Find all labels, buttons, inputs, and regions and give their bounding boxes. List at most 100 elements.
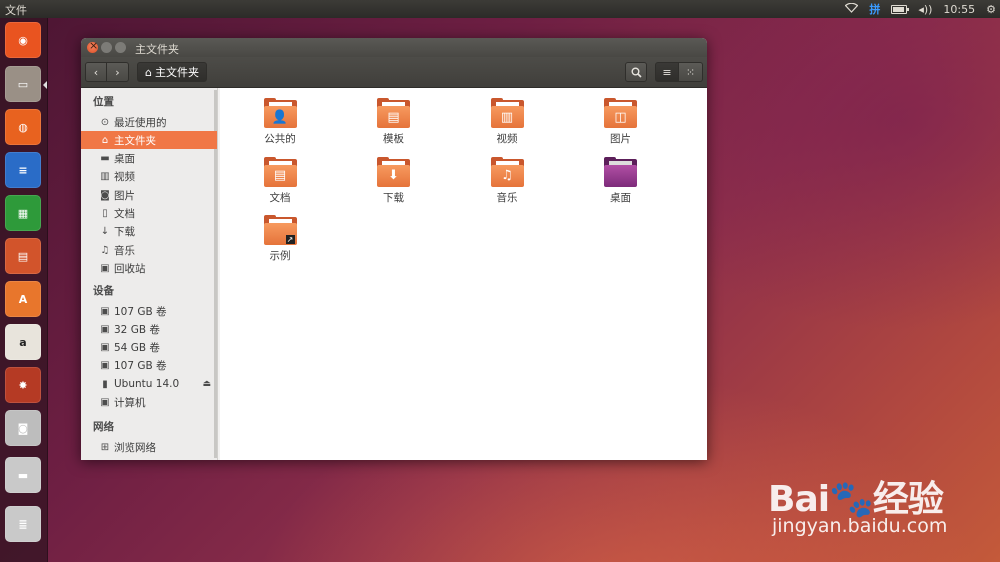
folder-icon: ◫ — [604, 98, 637, 128]
folder-item-videos[interactable]: ▥ 视频 — [457, 98, 557, 146]
eject-icon[interactable]: ⏏ — [202, 379, 211, 389]
pictures-icon: ◙ — [100, 189, 110, 201]
launcher-shotwell[interactable]: ◙ — [5, 410, 41, 446]
sidebar-item-label: 视频 — [114, 171, 135, 184]
sidebar-item-volume-107-1[interactable]: ▣ 107 GB 卷 — [81, 302, 217, 320]
grid-view-button[interactable]: ⁙ — [679, 62, 703, 82]
launcher: ◉ ▭ ◍ ≡ ▦ ▤ Aa ✸ ◙ ▬ ≣ — [0, 18, 48, 562]
folder-icon — [604, 156, 637, 187]
sidebar-section-title: 位置 — [93, 96, 114, 108]
app-title: 文件 — [5, 4, 27, 17]
chevron-right-icon: › — [115, 65, 120, 79]
folder-item-public[interactable]: 👤 公共的 — [230, 98, 330, 146]
launcher-software-center[interactable]: A — [5, 281, 41, 317]
back-button[interactable]: ‹ — [85, 62, 107, 82]
sidebar-item-volume-32[interactable]: ▣ 32 GB 卷 — [81, 320, 217, 338]
wifi-icon[interactable] — [844, 2, 859, 16]
folder-item-downloads[interactable]: ⬇ 下载 — [344, 156, 444, 205]
ime-icon[interactable]: 拼 — [869, 1, 880, 17]
window-title: 主文件夹 — [135, 43, 179, 56]
sidebar-item-ubuntu-drive[interactable]: ▮ Ubuntu 14.0 ⏏ — [81, 375, 217, 393]
sidebar-item-pictures[interactable]: ◙ 图片 — [81, 186, 217, 204]
folder-icon: 👤 — [263, 98, 297, 128]
templates-emblem-icon: ▤ — [387, 109, 400, 125]
ubuntu-drive-icon: ▮ — [102, 378, 108, 390]
sidebar-item-label: 107 GB 卷 — [114, 305, 167, 318]
folder-item-documents[interactable]: ▤ 文档 — [230, 156, 330, 205]
files-icon: ▭ — [17, 77, 29, 91]
documents-emblem-icon: ▤ — [273, 168, 287, 183]
sidebar-item-downloads[interactable]: ↓ 下载 — [81, 223, 217, 241]
launcher-files[interactable]: ▭ — [5, 66, 41, 102]
window-titlebar[interactable]: 主文件夹 — [81, 38, 707, 57]
music-emblem-icon: ♫ — [501, 168, 513, 183]
launcher-drive[interactable]: ▬ — [5, 457, 41, 493]
amazon-icon: a — [19, 335, 27, 349]
desktop-icon: ▬ — [100, 153, 110, 165]
folder-icon: ↗ — [263, 215, 297, 245]
sidebar-item-music[interactable]: ♫ 音乐 — [81, 241, 217, 259]
path-bar-home-button[interactable]: ⌂ 主文件夹 — [137, 62, 207, 82]
gear-icon[interactable]: ⚙ — [986, 3, 996, 16]
libreoffice-impress-icon: ▤ — [17, 249, 29, 263]
sidebar-item-computer[interactable]: ▣ 计算机 — [81, 394, 217, 412]
folder-item-music[interactable]: ♫ 音乐 — [457, 156, 557, 205]
sidebar-item-browse-network[interactable]: ⊞ 浏览网络 — [81, 438, 217, 456]
sidebar-item-recent[interactable]: ⊙ 最近使用的 — [81, 113, 217, 131]
folder-item-templates[interactable]: ▤ 模板 — [344, 98, 444, 146]
folder-icon: ♫ — [490, 156, 524, 187]
folder-label: 文档 — [269, 191, 291, 204]
folder-icon: ▥ — [490, 98, 524, 128]
launcher-system-settings[interactable]: ✸ — [5, 367, 41, 403]
folder-icon: ▤ — [263, 156, 297, 187]
forward-button[interactable]: › — [107, 62, 129, 82]
sidebar-item-home[interactable]: ⌂ 主文件夹 — [81, 131, 217, 150]
folder-item-examples[interactable]: ↗ 示例 — [230, 215, 330, 263]
maximize-button[interactable] — [115, 42, 126, 53]
sidebar-item-label: 最近使用的 — [114, 116, 167, 129]
baidu-watermark-url: jingyan.baidu.com — [772, 515, 948, 537]
downloads-emblem-icon: ⬇ — [388, 168, 399, 183]
sidebar-section-title: 网络 — [93, 421, 114, 433]
close-button[interactable] — [87, 39, 98, 53]
sidebar: 位置 ⊙ 最近使用的 ⌂ 主文件夹 ▬ 桌面 ▥ 视频 ◙ 图片 ▯ 文档 ↓ 下载 ♫ 音乐 ▣ 回收站 设备 ▣ 10… — [81, 88, 218, 460]
folder-item-desktop[interactable]: 桌面 — [571, 156, 671, 205]
battery-icon[interactable] — [891, 4, 910, 14]
clock[interactable]: 10:55 — [943, 3, 975, 16]
folder-label: 下载 — [383, 191, 404, 204]
sidebar-item-videos[interactable]: ▥ 视频 — [81, 168, 217, 186]
file-manager-window: 主文件夹 ‹ › ⌂ 主文件夹 ≡ ⁙ 位置⊙最近使用的⌂主文件夹▬桌面▥视频◙… — [81, 38, 707, 460]
folder-label: 桌面 — [610, 191, 631, 204]
sidebar-item-label: 107 GB 卷 — [114, 360, 167, 373]
sidebar-item-label: 图片 — [114, 189, 135, 202]
sidebar-item-trash[interactable]: ▣ 回收站 — [81, 259, 217, 277]
sidebar-item-volume-107-2[interactable]: ▣ 107 GB 卷 — [81, 357, 217, 375]
folder-item-pictures[interactable]: ◫ 图片 — [571, 98, 671, 146]
drive-icon: ▬ — [17, 468, 29, 482]
sidebar-item-documents[interactable]: ▯ 文档 — [81, 205, 217, 223]
volume-32-icon: ▣ — [100, 323, 110, 335]
search-icon — [631, 67, 642, 78]
launcher-firefox[interactable]: ◍ — [5, 109, 41, 145]
home-icon: ⌂ — [101, 134, 109, 146]
shotwell-icon: ◙ — [17, 421, 29, 435]
recent-icon: ⊙ — [100, 116, 110, 128]
launcher-libreoffice-impress[interactable]: ▤ — [5, 238, 41, 274]
workspaces-icon: ≣ — [18, 517, 28, 531]
list-view-button[interactable]: ≡ — [655, 62, 679, 82]
launcher-workspaces[interactable]: ≣ — [5, 506, 41, 542]
sidebar-item-volume-54[interactable]: ▣ 54 GB 卷 — [81, 339, 217, 357]
sidebar-item-desktop[interactable]: ▬ 桌面 — [81, 150, 217, 168]
launcher-libreoffice-calc[interactable]: ▦ — [5, 195, 41, 231]
launcher-amazon[interactable]: a — [5, 324, 41, 360]
volume-icon[interactable]: ◂)) — [918, 3, 932, 16]
sidebar-item-label: 下载 — [114, 226, 135, 239]
search-button[interactable] — [625, 62, 647, 82]
minimize-button[interactable] — [101, 42, 112, 53]
music-icon: ♫ — [100, 244, 110, 256]
libreoffice-calc-icon: ▦ — [17, 206, 29, 220]
launcher-ubuntu-dash[interactable]: ◉ — [5, 22, 41, 58]
downloads-icon: ↓ — [100, 226, 110, 238]
folder-label: 视频 — [496, 133, 518, 145]
launcher-libreoffice-writer[interactable]: ≡ — [5, 152, 41, 188]
